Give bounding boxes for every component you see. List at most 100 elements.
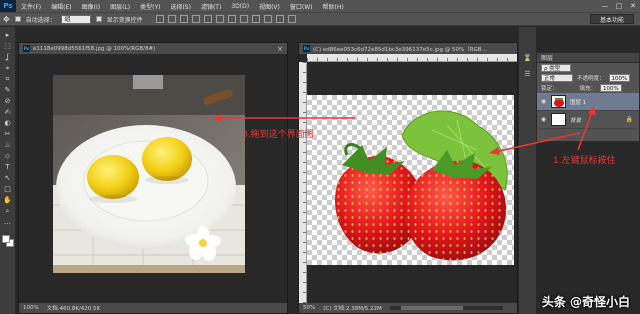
watermark-text: 头条 @奇怪小白 (541, 295, 630, 309)
menu-view[interactable]: 视图(V) (254, 2, 285, 11)
healing-tool-icon[interactable]: ⊘ (3, 97, 13, 106)
foreground-color-swatch[interactable] (1, 235, 10, 243)
document-icon: Ps (303, 45, 310, 52)
annotation-drag-here: 3.拖到这个界面图 (242, 130, 314, 140)
options-bar: ✥ 自动选择： 组 显示变换控件 基本功能 (0, 12, 640, 26)
eyedropper-tool-icon[interactable]: ✎ (3, 86, 13, 95)
history-panel-icon[interactable]: ⌛ (523, 53, 533, 63)
stamp-tool-icon[interactable]: ◐ (3, 119, 13, 128)
align-left-icon[interactable] (191, 15, 200, 23)
move-tool-icon[interactable]: ▸ (3, 31, 13, 40)
layer-name: 图层 1 (570, 99, 587, 106)
layer-row-background[interactable]: ◉ 背景 🔒 (537, 111, 639, 129)
horizontal-ruler (307, 54, 517, 62)
align-center-icon[interactable] (203, 15, 212, 23)
lasso-tool-icon[interactable]: ʆ (3, 53, 13, 62)
type-tool-icon[interactable]: T (3, 163, 13, 172)
distribute-center-icon[interactable] (275, 15, 284, 23)
menu-filter[interactable]: 滤镜(T) (196, 2, 226, 11)
color-swatches[interactable] (1, 235, 14, 247)
tab-layers[interactable]: 图层 (537, 53, 639, 63)
distribute-bottom-icon[interactable] (251, 15, 260, 23)
opacity-input[interactable]: 100% (608, 74, 631, 82)
document-tab-lemons[interactable]: Ps e1118e0998d5561f58.jpg @ 100%(RGB/8#)… (19, 43, 287, 54)
align-middle-icon[interactable] (167, 15, 176, 23)
document-icon: Ps (23, 45, 30, 52)
status-bar: 50% (C) 文档:2.38M/5.22M (299, 303, 517, 313)
lock-row: 锁定： 填充： 100% (537, 83, 639, 93)
vertical-ruler (299, 62, 307, 303)
minimize-button[interactable]: — (598, 0, 612, 12)
eraser-tool-icon[interactable]: ♨ (3, 141, 13, 150)
status-bar: 100% 文档:460.8K/420.5K (19, 303, 287, 313)
menu-edit[interactable]: 编辑(E) (46, 2, 76, 11)
distribute-right-icon[interactable] (287, 15, 296, 23)
more-tools-icon[interactable]: … (3, 218, 13, 227)
layers-panel: 图层 ρ 类型 正常 不透明度： 100% 锁定： 填充： 100% ◉ 图层 … (536, 52, 640, 142)
crop-tool-icon[interactable]: ⌗ (3, 75, 13, 84)
layer-filter-row: ρ 类型 (537, 63, 639, 73)
canvas-strawberries[interactable] (307, 95, 514, 265)
move-tool-icon[interactable]: ✥ (3, 15, 10, 24)
strawberry-photo (335, 110, 508, 261)
close-document-icon[interactable]: × (277, 45, 283, 53)
fill-input[interactable]: 100% (600, 84, 622, 92)
annotation-hold-mouse: 1.左键鼠标按住 (553, 156, 616, 166)
workspace-switcher[interactable]: 基本功能 (590, 14, 634, 24)
visibility-eye-icon[interactable]: ◉ (540, 116, 547, 123)
visibility-eye-icon[interactable]: ◉ (540, 98, 547, 105)
history-brush-tool-icon[interactable]: ✂ (3, 130, 13, 139)
marquee-tool-icon[interactable]: ⬚ (3, 42, 13, 51)
hand-tool-icon[interactable]: ✋ (3, 196, 13, 205)
panel-icon-strip: ⌛ ☰ (518, 27, 536, 314)
auto-select-checkbox[interactable] (14, 16, 21, 22)
document-tab-strawberry[interactable]: Ps (C) ed86ee053c6d72e85d1bc3e396137e5c.… (299, 43, 517, 54)
opacity-label: 不透明度： (577, 76, 605, 82)
shape-tool-icon[interactable]: □ (3, 185, 13, 194)
horizontal-scrollbar[interactable] (389, 306, 503, 310)
blend-row: 正常 不透明度： 100% (537, 73, 639, 83)
align-buttons (155, 15, 296, 23)
maximize-button[interactable]: □ (612, 0, 626, 12)
document-title: (C) ed86ee053c6d72e85d1bc3e396137e5c.jpg… (313, 46, 487, 53)
distribute-left-icon[interactable] (263, 15, 272, 23)
menu-layer[interactable]: 图层(L) (105, 2, 135, 11)
align-bottom-icon[interactable] (179, 15, 188, 23)
blend-mode-select[interactable]: 正常 (541, 74, 573, 82)
canvas-lemons[interactable] (53, 75, 245, 273)
layer-kind-filter[interactable]: ρ 类型 (541, 64, 571, 72)
lock-label: 锁定： (541, 86, 558, 92)
distribute-top-icon[interactable] (227, 15, 236, 23)
zoom-level[interactable]: 50% (303, 305, 315, 311)
auto-select-label: 自动选择： (25, 16, 56, 24)
quick-select-tool-icon[interactable]: ⌖ (3, 64, 13, 73)
window-controls: — □ ✕ (598, 0, 640, 12)
document-size: (C) 文档:2.38M/5.22M (323, 306, 382, 312)
show-transform-label: 显示变换控件 (106, 16, 143, 24)
zoom-level[interactable]: 100% (23, 305, 39, 311)
layer-row-layer1[interactable]: ◉ 图层 1 (537, 93, 639, 111)
menu-help[interactable]: 帮助(H) (318, 2, 349, 11)
distribute-middle-icon[interactable] (239, 15, 248, 23)
menu-3d[interactable]: 3D(D) (226, 3, 254, 10)
close-button[interactable]: ✕ (626, 0, 640, 12)
menu-image[interactable]: 图像(I) (77, 2, 105, 11)
document-size: 文档:460.8K/420.5K (46, 306, 101, 312)
menu-window[interactable]: 窗口(W) (285, 2, 318, 11)
gradient-tool-icon[interactable]: ⬦ (3, 152, 13, 161)
menu-select[interactable]: 选择(S) (165, 2, 196, 11)
menu-type[interactable]: 类型(Y) (135, 2, 165, 11)
toolbox: ▸ ⬚ ʆ ⌖ ⌗ ✎ ⊘ ✍ ◐ ✂ ♨ ⬦ T ↖ □ ✋ ⌕ … (0, 27, 16, 314)
show-transform-checkbox[interactable] (95, 16, 102, 22)
auto-select-dropdown[interactable]: 组 (60, 14, 91, 24)
path-select-tool-icon[interactable]: ↖ (3, 174, 13, 183)
brush-tool-icon[interactable]: ✍ (3, 108, 13, 117)
fill-label: 填充： (579, 86, 597, 92)
align-top-icon[interactable] (155, 15, 164, 23)
lemon-plate-photo (53, 75, 245, 273)
align-right-icon[interactable] (215, 15, 224, 23)
properties-panel-icon[interactable]: ☰ (523, 69, 533, 79)
menu-file[interactable]: 文件(F) (16, 2, 46, 11)
layer-name: 背景 (570, 117, 582, 124)
zoom-tool-icon[interactable]: ⌕ (3, 207, 13, 216)
